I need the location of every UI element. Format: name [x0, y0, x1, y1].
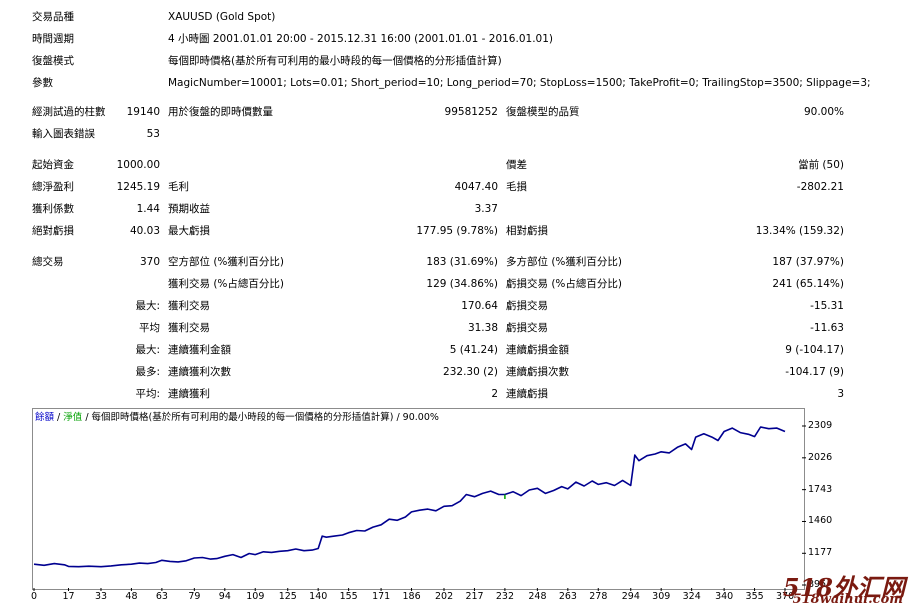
y-tick-label: 2309 — [808, 420, 833, 431]
watermark-url: 518waihui.com — [792, 592, 903, 607]
x-tick-label: 109 — [246, 591, 265, 602]
x-tick-label: 355 — [745, 591, 764, 602]
balance-series-line — [33, 426, 786, 568]
x-tick-label: 232 — [495, 591, 515, 602]
x-tick-label: 94 — [218, 591, 231, 602]
x-tick-label: 125 — [278, 591, 297, 602]
y-tick-label: 1177 — [808, 547, 833, 559]
x-tick-label: 294 — [621, 591, 640, 602]
x-tick-label: 186 — [402, 591, 421, 602]
x-tick-label: 155 — [339, 591, 358, 602]
x-tick-label: 63 — [155, 591, 168, 602]
x-tick-label: 0 — [31, 591, 38, 602]
x-tick-label: 33 — [94, 591, 108, 602]
x-tick-label: 140 — [309, 591, 328, 602]
x-tick-label: 217 — [465, 591, 484, 602]
x-tick-label: 79 — [188, 591, 201, 602]
x-tick-label: 248 — [528, 591, 547, 602]
x-tick-label: 171 — [372, 591, 391, 602]
x-tick-label: 340 — [715, 591, 734, 602]
x-tick-label: 17 — [62, 591, 75, 602]
y-tick-label: 1743 — [808, 483, 833, 495]
chart-canvas — [33, 425, 806, 591]
y-tick-label: 2026 — [808, 451, 833, 463]
x-tick-label: 263 — [558, 591, 577, 602]
x-tick-label: 309 — [652, 591, 671, 602]
x-tick-label: 278 — [589, 591, 608, 602]
y-tick-label: 1460 — [808, 515, 833, 527]
x-tick-label: 324 — [682, 591, 701, 602]
x-tick-label: 202 — [435, 591, 454, 602]
x-tick-label: 48 — [125, 591, 138, 602]
